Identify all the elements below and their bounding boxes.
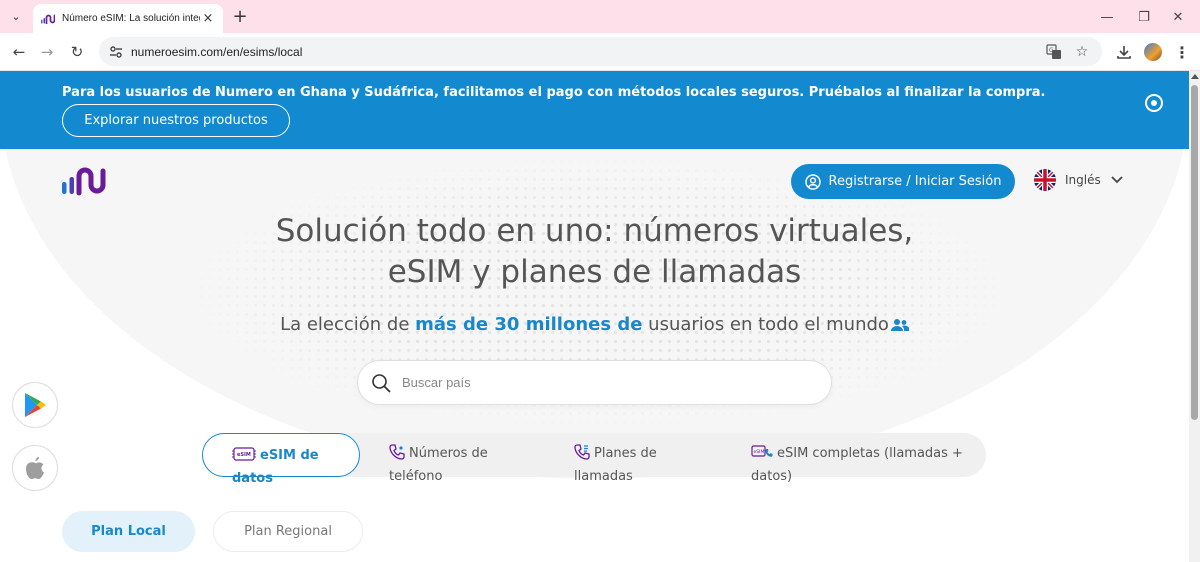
url-text: numeroesim.com/en/esims/local [131,44,303,59]
browser-tab[interactable]: Número eSIM: La solución integral × [33,4,223,33]
subtitle-prefix: La elección de [280,314,416,335]
hero-section: Registrarse / Iniciar Sesión Inglés Solu… [0,149,1189,562]
banner-close-icon[interactable] [1145,94,1163,112]
user-icon [804,173,821,190]
scroll-up-icon[interactable] [1191,74,1199,79]
country-search-input[interactable] [402,375,802,390]
svg-text:eSIM: eSIM [754,449,765,455]
site-info-icon[interactable] [109,45,123,59]
downloads-icon[interactable] [1114,42,1134,62]
tab-phone-numbers[interactable]: Números de teléfono [389,433,539,484]
uk-flag-icon [1034,169,1056,191]
page-viewport: Para los usuarios de Numero en Ghana y S… [0,71,1189,562]
calling-plan-icon [574,444,590,467]
hero-title-line-2: eSIM y planes de llamadas [387,254,802,290]
apple-icon[interactable] [12,445,58,491]
new-tab-button[interactable]: + [230,6,250,27]
phone-icon [389,444,405,467]
google-play-icon[interactable] [12,382,58,428]
profile-avatar[interactable] [1144,43,1162,61]
product-tabs: eSIM eSIM de datos Números de teléfono Pla… [202,433,986,486]
tab-title: Número eSIM: La solución integral [62,13,200,24]
language-label: Inglés [1065,173,1101,187]
tab-data-esim-line1: eSIM de [260,448,319,463]
plan-regional-button[interactable]: Plan Regional [213,511,363,552]
browser-toolbar: ← → ↻ numeroesim.com/en/esims/local G ☆ [0,33,1200,71]
scrollbar-thumb[interactable] [1191,85,1198,420]
tab-search-icon[interactable]: ⌄ [6,6,26,26]
subtitle-highlight: más de 30 millones de [415,314,643,335]
users-icon [890,316,910,337]
search-icon [370,372,392,394]
tab-data-esim-line2: datos [232,471,273,486]
svg-text:eSIM: eSIM [237,452,251,458]
tab-close-icon[interactable]: × [200,10,216,26]
tab-calling-plans[interactable]: Planes de llamadas [574,433,724,484]
window-close-icon[interactable]: ✕ [1168,7,1188,27]
country-search-box[interactable] [357,360,832,405]
hero-subtitle: La elección de más de 30 millones de usu… [0,314,1189,337]
page-scrollbar[interactable] [1189,71,1200,562]
browser-tab-strip: ⌄ Número eSIM: La solución integral × + … [0,0,1200,33]
tab-calling-plans-line2: llamadas [574,469,633,484]
world-map-pattern [170,157,1030,457]
site-favicon-icon [41,12,55,26]
tab-data-esim[interactable]: eSIM eSIM de datos [202,433,360,486]
back-icon[interactable]: ← [8,41,30,63]
explore-products-button[interactable]: Explorar nuestros productos [62,104,290,137]
svg-text:G: G [1049,47,1054,54]
login-register-button[interactable]: Registrarse / Iniciar Sesión [791,164,1015,199]
chevron-down-icon [1111,176,1123,184]
announcement-banner: Para los usuarios de Numero en Ghana y S… [0,71,1189,149]
hero-title: Solución todo en uno: números virtuales,… [0,211,1189,293]
bookmark-star-icon[interactable]: ☆ [1073,43,1091,61]
address-bar[interactable]: numeroesim.com/en/esims/local G ☆ [99,37,1102,66]
tab-full-esim[interactable]: eSIM eSIM completas (llamadas + datos) [751,433,976,484]
hero-title-line-1: Solución todo en uno: números virtuales, [275,213,914,249]
tab-full-esim-line2: datos) [751,469,793,484]
language-selector[interactable]: Inglés [1034,169,1123,191]
reload-icon[interactable]: ↻ [66,41,88,63]
numero-logo[interactable] [60,166,116,196]
restore-icon[interactable]: ❐ [1134,7,1154,27]
esim-chip-icon: eSIM [232,446,256,469]
banner-message: Para los usuarios de Numero en Ghana y S… [62,85,1046,100]
browser-menu-icon[interactable]: ⋮ [1172,42,1192,62]
plan-local-button[interactable]: Plan Local [62,511,195,552]
login-label: Registrarse / Iniciar Sesión [828,174,1002,189]
tab-calling-plans-line1: Planes de [594,446,657,461]
tab-phone-numbers-line2: teléfono [389,469,443,484]
translate-icon[interactable]: G [1045,43,1063,61]
forward-icon[interactable]: → [36,41,58,63]
tab-phone-numbers-line1: Números de [409,446,488,461]
subtitle-suffix: usuarios en todo el mundo [642,314,889,335]
minimize-icon[interactable]: — [1097,7,1117,27]
tab-full-esim-line1: eSIM completas (llamadas + [777,446,963,461]
full-esim-icon: eSIM [751,444,773,467]
